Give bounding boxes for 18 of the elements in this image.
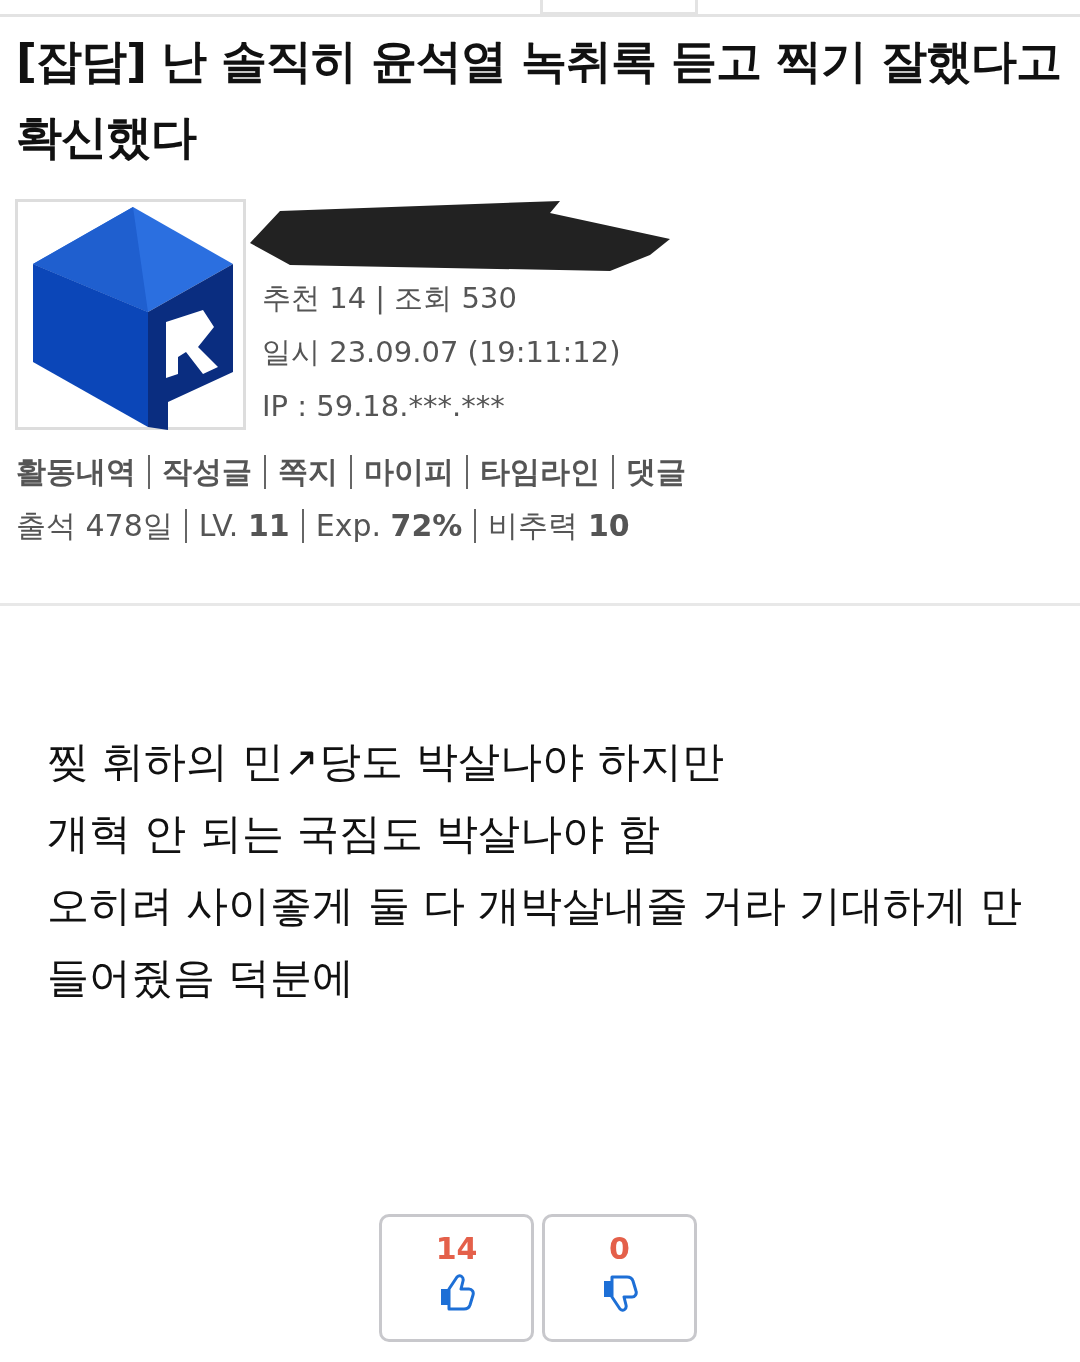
profile-link[interactable]: 작성글 bbox=[148, 455, 264, 489]
meta-text: 일시 23.09.07 (19:11:12) bbox=[262, 334, 622, 371]
profile-link[interactable]: 마이피 bbox=[350, 455, 466, 489]
profile-link[interactable]: 쪽지 bbox=[264, 455, 350, 489]
stat-text: 비추력 10 bbox=[474, 509, 642, 543]
body-text: 오히려 사이좋게 둘 다 개박살내줄 거라 기대하게 만 bbox=[47, 880, 1024, 932]
body-text: 개혁 안 되는 국짐도 박살나야 함 bbox=[47, 808, 661, 860]
body-text: 들어줬음 덕분에 bbox=[47, 952, 356, 1004]
body-text: 찢 휘하의 민↗당도 박살나야 하지만 bbox=[47, 736, 725, 788]
meta-text: 추천 14 | 조회 530 bbox=[262, 280, 518, 317]
post-title: [잡담] 난 솔직히 윤석열 녹취록 듣고 찍기 잘했다고 확신했다 bbox=[16, 33, 1063, 166]
profile-link[interactable]: 활동내역 bbox=[16, 455, 148, 489]
profile-link[interactable]: 타임라인 bbox=[466, 455, 612, 489]
profile-link[interactable]: 댓글 bbox=[612, 455, 698, 489]
stat-text: LV. 11 bbox=[184, 509, 302, 543]
meta-text: IP : 59.18.***.*** bbox=[262, 388, 506, 425]
stat-text: 출석 478일 bbox=[16, 509, 174, 543]
stat-text: Exp. 72% bbox=[301, 509, 475, 543]
